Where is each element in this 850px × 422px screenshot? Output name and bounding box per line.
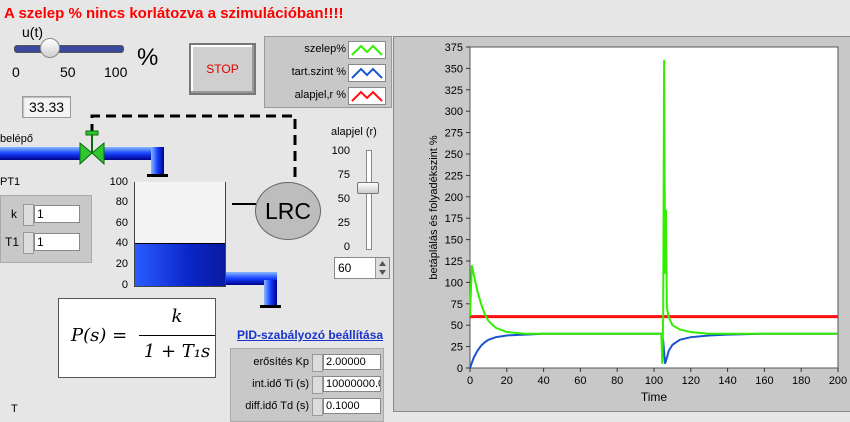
x-tick-label: 20 — [501, 375, 513, 387]
inlet-pipe-down — [151, 147, 164, 177]
formula-denominator: 1 + T₁s — [143, 341, 211, 362]
y-tick-label: 325 — [445, 85, 463, 97]
setpoint-title: alapjel (r) — [331, 126, 377, 138]
warning-text: A szelep % nincs korlátozva a szimuláció… — [4, 5, 344, 22]
tank-scale-tick: 100 — [109, 176, 128, 188]
ti-spinner[interactable] — [312, 376, 323, 394]
x-tick-label: 80 — [611, 375, 623, 387]
bottom-label: T — [11, 403, 18, 415]
tank-scale-tick: 60 — [115, 217, 128, 229]
tank-scale-tick: 20 — [115, 258, 128, 270]
y-tick-label: 200 — [445, 192, 463, 204]
stop-button[interactable]: STOP — [189, 43, 256, 95]
u-slider-tick: 100 — [104, 64, 128, 80]
level-chart: 0255075100125150175200225250275300325350… — [428, 42, 847, 404]
y-tick-label: 275 — [445, 128, 463, 140]
y-tick-label: 250 — [445, 149, 463, 161]
chart-frame: 0 25 50 75 100 125 150 175 200 225 250 275 300 325 350… — [393, 36, 850, 412]
ti-label: int.idő Ti (s) — [252, 378, 309, 390]
chart-legend: szelep% tart.szint % alapjel,r % — [264, 36, 392, 108]
u-slider-thumb[interactable] — [40, 38, 60, 58]
tank-level-fill — [135, 243, 225, 286]
u-slider-title: u(t) — [22, 24, 43, 40]
k-input[interactable]: 1 — [34, 205, 80, 223]
formula-numerator: k — [171, 306, 183, 327]
y-tick-label: 50 — [451, 320, 463, 332]
setpoint-tick: 0 — [343, 241, 350, 253]
x-tick-label: 120 — [682, 375, 700, 387]
inlet-pipe-2 — [104, 147, 152, 160]
setpoint-spinner[interactable] — [375, 258, 389, 278]
inlet-label: belépő — [0, 133, 34, 145]
y-tick-label: 175 — [445, 213, 463, 225]
td-spinner[interactable] — [312, 398, 323, 416]
u-slider-tick: 0 — [12, 64, 20, 80]
plot-area — [469, 46, 839, 369]
tank-scale-tick: 40 — [115, 237, 128, 249]
outlet-pipe-down — [264, 280, 277, 308]
x-tick-label: 40 — [537, 375, 549, 387]
pid-title[interactable]: PID-szabályozó beállítása — [237, 328, 383, 342]
tank-scale-tick: 80 — [115, 196, 128, 208]
td-label: diff.idő Td (s) — [245, 400, 309, 412]
y-tick-label: 350 — [445, 63, 463, 75]
ti-input[interactable]: 10000000.0 — [323, 376, 381, 392]
legend-swatch-alapjel[interactable] — [348, 87, 386, 105]
y-axis-label: betáplálás és folyadékszint % — [428, 135, 440, 280]
y-tick-label: 125 — [445, 256, 463, 268]
lrc-controller: LRC — [255, 182, 321, 240]
k-label: k — [11, 207, 17, 221]
legend-swatch-szint[interactable] — [348, 64, 386, 82]
x-tick-label: 200 — [829, 375, 847, 387]
y-tick-label: 0 — [457, 363, 463, 375]
t1-input[interactable]: 1 — [34, 233, 80, 251]
y-tick-label: 75 — [451, 299, 463, 311]
kp-label: erősítés Kp — [253, 356, 309, 368]
y-tick-label: 300 — [445, 106, 463, 118]
kp-input[interactable]: 2.00000 — [323, 354, 381, 370]
setpoint-value[interactable]: 60 — [338, 261, 351, 275]
u-slider-track[interactable] — [14, 45, 124, 53]
setpoint-slider-thumb[interactable] — [357, 182, 379, 194]
x-tick-label: 0 — [467, 375, 473, 387]
x-tick-label: 160 — [755, 375, 773, 387]
td-input[interactable]: 0.1000 — [323, 398, 381, 414]
legend-label: tart.szint % — [291, 66, 346, 78]
setpoint-tick: 100 — [331, 145, 350, 157]
t1-spinner[interactable] — [23, 232, 34, 254]
x-tick-label: 60 — [574, 375, 586, 387]
setpoint-tick: 50 — [337, 193, 350, 205]
x-tick-label: 140 — [718, 375, 736, 387]
y-tick-label: 225 — [445, 170, 463, 182]
transfer-function: P(s) = k 1 + T₁s — [58, 298, 216, 378]
pid-panel: erősítés Kp 2.00000 int.idő Ti (s) 10000… — [230, 348, 384, 422]
y-tick-label: 150 — [445, 235, 463, 247]
y-tick-label: 100 — [445, 277, 463, 289]
setpoint-numeric[interactable]: 60 — [334, 257, 390, 279]
pt1-panel: k 1 T1 1 — [0, 195, 92, 263]
legend-item: szelep% — [265, 39, 391, 61]
setpoint-tick: 75 — [337, 169, 350, 181]
x-tick-label: 100 — [645, 375, 663, 387]
pt1-title: PT1 — [0, 176, 21, 188]
k-spinner[interactable] — [23, 204, 34, 226]
setpoint-slider-track[interactable] — [366, 150, 372, 250]
t1-label: T1 — [5, 235, 20, 249]
y-tick-label: 375 — [445, 42, 463, 54]
legend-label: szelep% — [304, 43, 346, 55]
u-slider-unit: % — [137, 44, 159, 71]
tank — [134, 182, 226, 287]
setpoint-tick: 25 — [337, 217, 350, 229]
u-slider-tick: 50 — [60, 64, 76, 80]
y-tick-label: 25 — [451, 342, 463, 354]
legend-swatch-szelep[interactable] — [348, 41, 386, 59]
kp-spinner[interactable] — [312, 354, 323, 372]
inlet-pipe — [0, 147, 80, 160]
formula-lhs: P(s) = — [71, 325, 128, 346]
x-tick-label: 180 — [792, 375, 810, 387]
valve-icon — [79, 141, 93, 166]
tank-scale-tick: 0 — [121, 279, 128, 291]
legend-item: tart.szint % — [265, 62, 391, 84]
x-axis-label: Time — [641, 390, 668, 404]
